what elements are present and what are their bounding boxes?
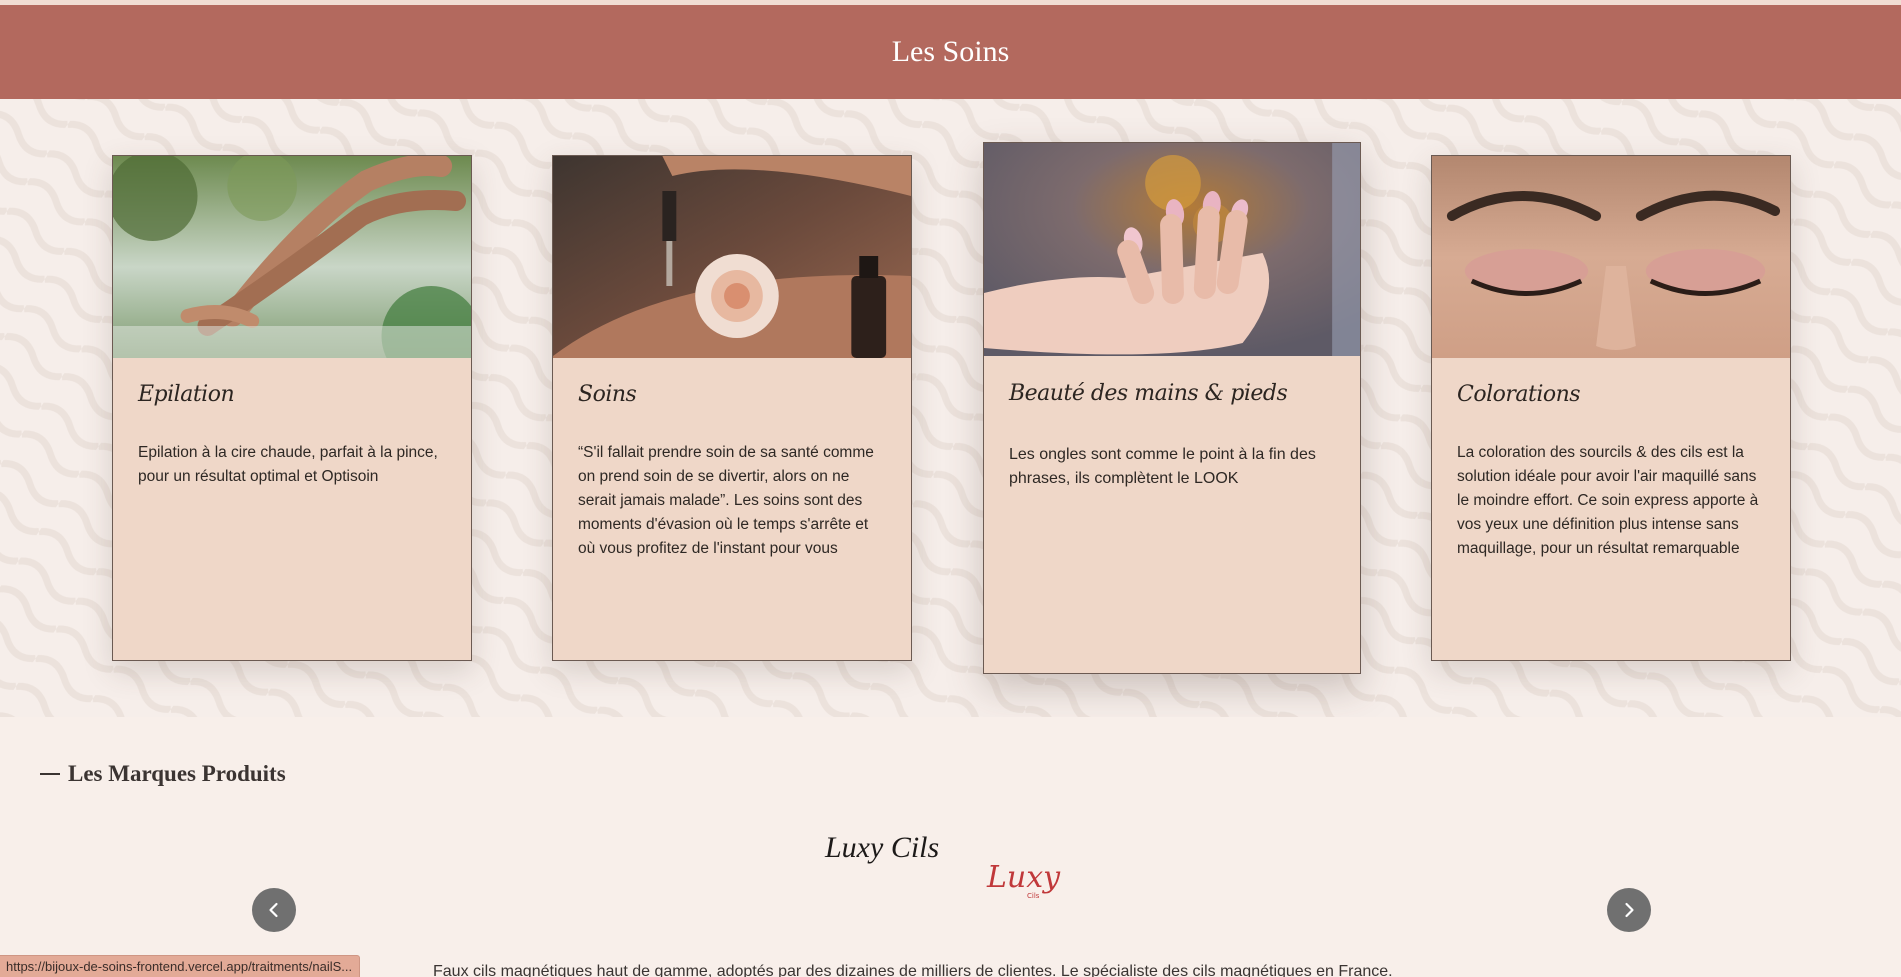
card-title: Colorations	[1457, 382, 1581, 407]
section-heading: Les Marques Produits	[40, 761, 286, 787]
brand-name: Luxy Cils	[825, 831, 940, 864]
logo-subtext: Cils	[1027, 892, 1040, 900]
card-beaute-mains-pieds[interactable]: Beauté des mains & pieds Les ongles sont…	[983, 142, 1361, 674]
rose-dropper-photo	[553, 156, 911, 358]
brand-description: Faux cils magnétiques haut de gamme, ado…	[433, 963, 1393, 977]
chevron-left-icon	[269, 902, 278, 918]
card-description: Les ongles sont comme le point à la fin …	[1009, 446, 1316, 487]
card-description: La coloration des sourcils & des cils es…	[1457, 444, 1759, 557]
heading-dash	[40, 773, 60, 775]
card-soins[interactable]: Soins “S'il fallait prendre soin de sa s…	[552, 155, 912, 661]
card-title: Beauté des mains & pieds	[1009, 381, 1288, 406]
luxy-cils-logo[interactable]: Luxy Cils	[985, 855, 1075, 905]
card-title: Soins	[578, 382, 637, 407]
carousel-prev-button[interactable]	[252, 888, 296, 932]
page-title: Les Soins	[891, 35, 1010, 68]
manicure-photo	[984, 143, 1360, 356]
card-colorations[interactable]: Colorations La coloration des sourcils &…	[1431, 155, 1791, 661]
legs-photo	[113, 156, 471, 358]
status-bar-url: https://bijoux-de-soins-frontend.vercel.…	[0, 955, 361, 977]
card-description: “S'il fallait prendre soin de sa santé c…	[578, 444, 874, 557]
card-title: Epilation	[138, 382, 235, 407]
carousel-next-button[interactable]	[1607, 888, 1651, 932]
page-banner: Les Soins	[0, 5, 1901, 99]
card-epilation[interactable]: Epilation Epilation à la cire chaude, pa…	[112, 155, 472, 661]
marques-section: Les Marques Produits Luxy Cils Luxy Cils…	[0, 717, 1901, 977]
chevron-right-icon	[1625, 902, 1634, 918]
closed-eyes-photo	[1432, 156, 1790, 358]
marques-heading-text: Les Marques Produits	[68, 761, 286, 786]
card-description: Epilation à la cire chaude, parfait à la…	[138, 444, 438, 485]
soins-section: Epilation Epilation à la cire chaude, pa…	[0, 99, 1901, 717]
logo-text: Luxy	[986, 860, 1061, 895]
